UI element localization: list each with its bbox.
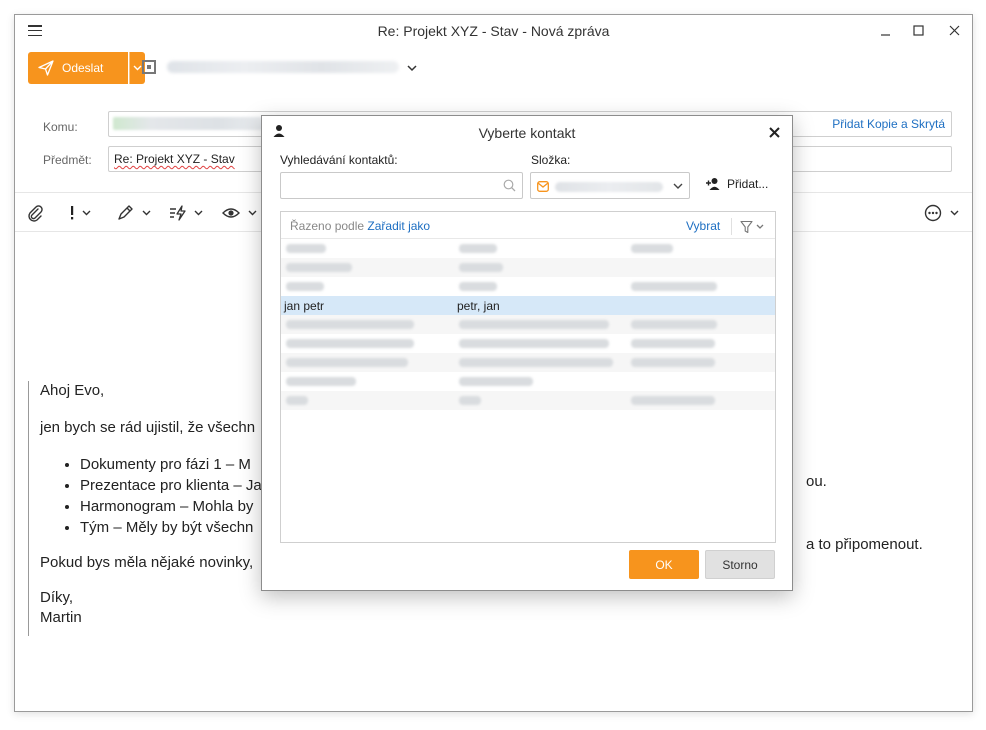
paperclip-icon [28,205,43,222]
thanks: Díky, [40,589,74,606]
contact-list[interactable]: Řazeno podle Zařadit jako Vybrat jan pet… [280,211,776,543]
list-header: Řazeno podle Zařadit jako Vybrat [281,212,775,239]
redacted-cell [286,358,408,367]
envelope-icon [537,181,549,192]
close-window-button[interactable] [939,19,969,41]
send-icon [38,60,54,76]
maximize-icon [912,24,924,36]
table-row[interactable] [281,277,775,296]
sender-account-chevron[interactable] [407,61,417,75]
chevron-down-icon [407,65,417,72]
subject-value: Re: Projekt XYZ - Stav [114,152,235,166]
close-icon [949,25,959,35]
redacted-cell [286,339,414,348]
redacted-cell [631,358,715,367]
attach-button[interactable] [26,203,44,223]
table-row[interactable] [281,239,775,258]
bullet-1-tail: ou. [806,473,827,490]
search-input[interactable] [280,172,523,199]
add-person-icon [706,178,720,190]
minimize-icon [880,33,890,36]
sender-account-redacted[interactable] [167,61,399,73]
redacted-cell [631,244,673,253]
redacted-cell [459,396,481,405]
select-contact-dialog: Vyberte kontakt Vyhledávání kontaktů: Sl… [261,115,793,591]
redacted-cell [631,320,717,329]
chevron-down-icon [673,183,683,189]
signature: Martin [40,609,82,626]
window-title: Re: Projekt XYZ - Stav - Nová zpráva [377,23,610,39]
close-icon [769,127,780,138]
ok-button[interactable]: OK [629,550,699,579]
redacted-cell [286,282,324,291]
importance-button[interactable] [67,203,93,223]
filter-icon [740,220,764,233]
subject-label: Předmět: [43,153,92,167]
pen-icon [118,205,151,220]
quick-parts-button[interactable] [168,203,208,223]
table-row[interactable] [281,315,775,334]
read-receipt-button[interactable] [222,203,264,223]
lightning-list-icon [170,205,203,221]
recipient-chip-redacted[interactable] [113,117,263,130]
folder-select[interactable] [530,172,690,199]
exclamation-icon [71,206,91,220]
table-row[interactable] [281,334,775,353]
signature-button[interactable] [116,203,154,223]
table-row[interactable] [281,391,775,410]
redacted-cell [286,244,326,253]
redacted-cell [631,339,715,348]
contact-name: jan petr [284,299,325,313]
redacted-cell [459,358,613,367]
add-contact-button[interactable]: Přidat... [705,177,768,191]
sort-indicator: Řazeno podle Zařadit jako [290,219,431,233]
contact-file-as: petr, jan [457,299,500,313]
redacted-cell [459,320,609,329]
search-label: Vyhledávání kontaktů: [280,153,398,167]
redacted-cell [286,263,352,272]
dialog-title: Vyberte kontakt [478,125,576,141]
more-icon [924,204,959,222]
search-icon [503,179,516,192]
add-cc-bcc-link[interactable]: Přidat Kopie a Skrytá [832,117,945,131]
redacted-cell [631,396,715,405]
sort-as-link[interactable]: Zařadit jako [367,219,430,233]
redacted-cell [459,244,497,253]
table-row[interactable] [281,258,775,277]
redacted-cell [631,282,717,291]
folder-name-redacted [555,182,663,192]
select-link[interactable]: Vybrat [686,219,720,233]
minimize-button[interactable] [870,19,900,41]
eye-icon [222,208,257,218]
redacted-cell [459,282,497,291]
more-options-button[interactable] [924,203,964,223]
title-bar: Re: Projekt XYZ - Stav - Nová zpráva [15,15,972,47]
folder-label: Složka: [531,153,571,167]
redacted-cell [286,377,356,386]
redacted-cell [459,339,609,348]
filter-button[interactable] [731,218,766,235]
table-row-selected[interactable]: jan petr petr, jan [281,296,775,315]
bullet-4-tail: a to připomenout. [806,536,923,553]
to-label: Komu: [43,120,78,134]
redacted-cell [286,320,414,329]
redacted-cell [286,396,308,405]
cancel-button[interactable]: Storno [705,550,775,579]
table-row[interactable] [281,353,775,372]
maximize-button[interactable] [903,19,933,41]
send-label: Odeslat [62,61,104,75]
dialog-close-button[interactable] [769,122,780,143]
redacted-cell [459,263,503,272]
redacted-cell [459,377,533,386]
send-button[interactable]: Odeslat [28,52,128,84]
chevron-down-icon [133,65,142,71]
table-row[interactable] [281,372,775,391]
account-icon[interactable] [142,60,156,74]
add-contact-label: Přidat... [727,177,769,191]
